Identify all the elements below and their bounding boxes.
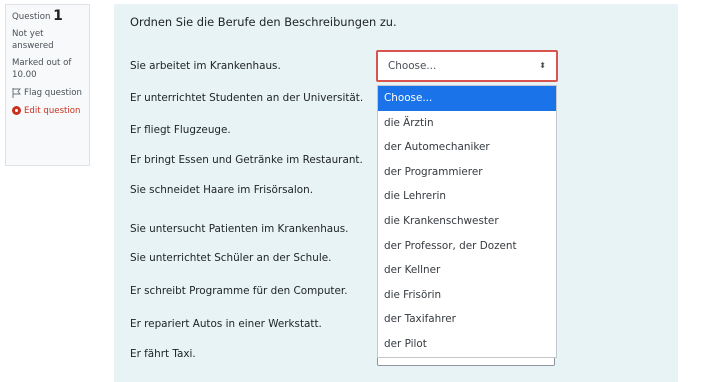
description-2: Er unterrichtet Studenten an der Univers…: [130, 92, 364, 104]
description-9: Er repariert Autos in einer Werkstatt.: [130, 318, 322, 330]
option-pilot[interactable]: der Pilot: [378, 332, 556, 357]
flag-icon: [12, 88, 21, 98]
description-4: Er bringt Essen und Getränke im Restaura…: [130, 154, 363, 166]
description-7: Sie unterrichtet Schüler an der Schule.: [130, 252, 332, 264]
description-6: Sie untersucht Patienten im Krankenhaus.: [130, 223, 349, 235]
gear-icon: [12, 106, 21, 115]
edit-question-label: Edit question: [24, 106, 81, 116]
question-number-block: Question 1: [12, 8, 85, 24]
select-value: Choose...: [388, 60, 437, 72]
question-info-panel: Question 1 Not yet answered Marked out o…: [5, 4, 90, 166]
option-choose[interactable]: Choose...: [378, 86, 556, 111]
option-lehrerin[interactable]: die Lehrerin: [378, 184, 556, 209]
question-label: Question: [12, 12, 51, 22]
option-professor-dozent[interactable]: der Professor, der Dozent: [378, 234, 556, 259]
option-automechaniker[interactable]: der Automechaniker: [378, 135, 556, 160]
option-krankenschwester[interactable]: die Krankenschwester: [378, 209, 556, 234]
option-aerztin[interactable]: die Ärztin: [378, 111, 556, 136]
option-taxifahrer[interactable]: der Taxifahrer: [378, 307, 556, 332]
flag-question-link[interactable]: Flag question: [12, 87, 85, 99]
option-programmierer[interactable]: der Programmierer: [378, 160, 556, 185]
answer-select-1[interactable]: Choose... ⬍: [376, 50, 558, 82]
description-5: Sie schneidet Haare im Frisörsalon.: [130, 184, 314, 196]
select-arrow-icon: ⬍: [539, 61, 546, 70]
question-status: Not yet answered: [12, 29, 54, 51]
option-kellner[interactable]: der Kellner: [378, 258, 556, 283]
description-10: Er fährt Taxi.: [130, 348, 196, 360]
description-1: Sie arbeitet im Krankenhaus.: [130, 60, 281, 72]
flag-question-label: Flag question: [24, 88, 82, 98]
description-8: Er schreibt Programme für den Computer.: [130, 285, 348, 297]
question-marks: Marked out of 10.00: [12, 58, 72, 80]
select-dropdown-list: Choose... die Ärztin der Automechaniker …: [377, 85, 557, 358]
edit-question-link[interactable]: Edit question: [12, 105, 85, 117]
description-3: Er fliegt Flugzeuge.: [130, 124, 231, 136]
question-number: 1: [53, 8, 63, 24]
question-text: Ordnen Sie die Berufe den Beschreibungen…: [130, 15, 397, 29]
option-frisoerin[interactable]: die Frisörin: [378, 283, 556, 308]
